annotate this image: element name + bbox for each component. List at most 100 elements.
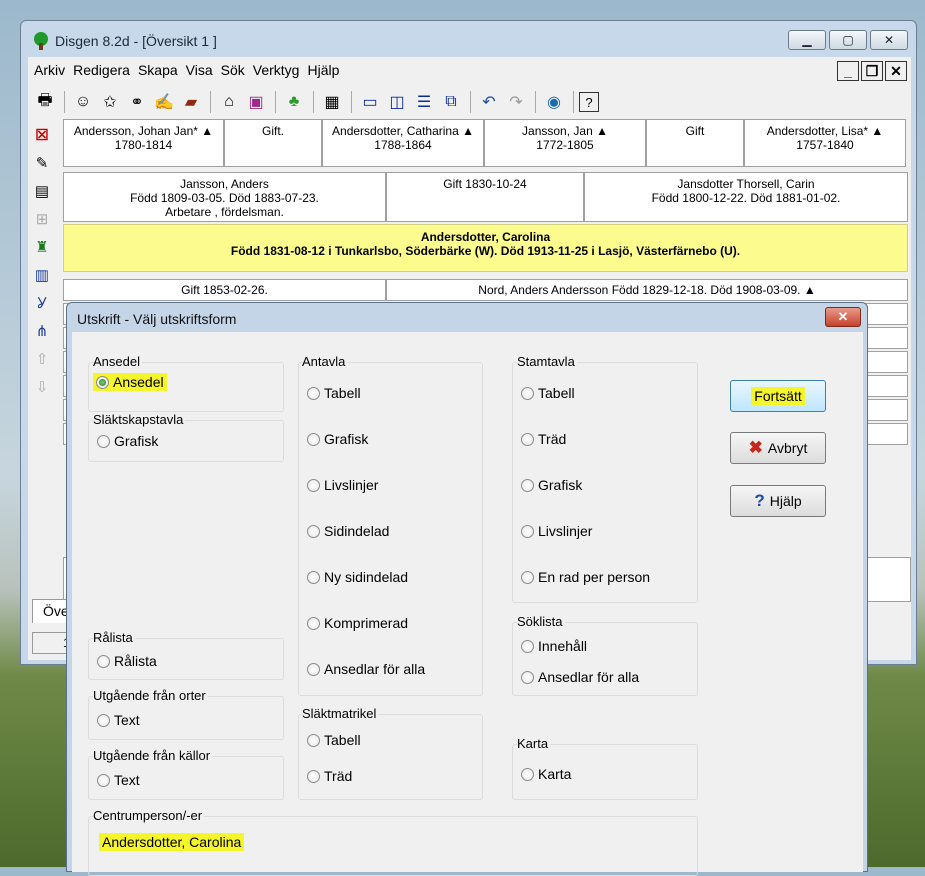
person-card[interactable]: Andersdotter, Catharina ▲ 1788-1864 [322, 119, 484, 167]
move-down-icon[interactable]: ⇩ [30, 375, 54, 399]
globe-icon[interactable]: ◉ [541, 89, 567, 115]
ancestors-icon[interactable]: Ỿ [30, 291, 54, 315]
group-label-ansedel: Ansedel [93, 354, 142, 369]
radio-matrikel-tabell[interactable]: Tabell [307, 732, 361, 748]
person-card[interactable]: Andersson, Johan Jan* ▲ 1780-1814 [63, 119, 224, 167]
close-button[interactable]: ✕ [870, 30, 908, 50]
centrumperson-value[interactable]: Andersdotter, Carolina [99, 833, 245, 851]
menu-sok[interactable]: Sök [221, 62, 245, 78]
father-card[interactable]: Jansson, Anders Född 1809-03-05. Död 1883… [63, 172, 386, 222]
radio-orter-text[interactable]: Text [97, 712, 140, 728]
binoculars-icon[interactable]: ⚭ [124, 89, 150, 115]
group-label-antavla: Antavla [302, 354, 348, 369]
radio-antavla-grafisk[interactable]: Grafisk [307, 431, 368, 447]
document-icon[interactable]: ▤ [30, 179, 54, 203]
radio-antavla-tabell[interactable]: Tabell [307, 385, 361, 401]
undo-icon[interactable]: ↶ [476, 89, 502, 115]
radio-antavla-sidindelad[interactable]: Sidindelad [307, 523, 389, 539]
radio-slaktskap-grafisk[interactable]: Grafisk [97, 433, 158, 449]
move-up-icon[interactable]: ⇧ [30, 347, 54, 371]
radio-circle [97, 773, 110, 787]
tree-icon[interactable]: ♣ [281, 89, 307, 115]
group-slaktmatrikel [298, 714, 483, 800]
maximize-button[interactable]: ▢ [829, 30, 867, 50]
mdi-close-button[interactable]: ✕ [885, 61, 907, 81]
radio-circle [307, 432, 320, 446]
tree-list-icon[interactable]: ⊞ [30, 207, 54, 231]
home-icon[interactable]: ⌂ [216, 89, 242, 115]
radio-label: Grafisk [538, 477, 583, 493]
radio-label: Träd [538, 431, 567, 447]
main-person-card[interactable]: Andersdotter, Carolina Född 1831-08-12 i … [63, 224, 908, 272]
help-icon[interactable]: ? [579, 92, 599, 112]
radio-antavla-komprimerad[interactable]: Komprimerad [307, 615, 408, 631]
toolbar-separator [313, 91, 314, 113]
menu-verktyg[interactable]: Verktyg [253, 62, 300, 78]
contacts-icon[interactable]: ▣ [243, 89, 269, 115]
radio-ansedel[interactable]: Ansedel [93, 373, 167, 391]
group-label-ralista: Rålista [93, 630, 135, 645]
columns-icon[interactable]: ▥ [30, 263, 54, 287]
radio-stamtavla-livslinjer[interactable]: Livslinjer [521, 523, 592, 539]
person-card[interactable]: Andersdotter, Lisa* ▲ 1757-1840 [744, 119, 906, 167]
radio-circle [97, 434, 110, 448]
radio-karta[interactable]: Karta [521, 766, 571, 782]
person-icon[interactable]: ☺ [70, 89, 96, 115]
radio-label: Tabell [324, 385, 361, 401]
layout-2-icon[interactable]: ◫ [384, 89, 410, 115]
person-name: Andersson, Johan Jan* ▲ [73, 124, 214, 138]
help-button[interactable]: ? Hjälp [730, 485, 826, 517]
minimize-button[interactable]: ▁ [788, 30, 826, 50]
delete-icon[interactable]: ☒ [30, 123, 54, 147]
radio-label: Livslinjer [538, 523, 593, 539]
menu-visa[interactable]: Visa [186, 62, 213, 78]
parents-marriage-card[interactable]: Gift 1830-10-24 [386, 172, 584, 222]
radio-antavla-livslinjer[interactable]: Livslinjer [307, 477, 378, 493]
cancel-button[interactable]: ✖ Avbryt [730, 432, 826, 464]
radio-ralista[interactable]: Rålista [97, 653, 157, 669]
menu-arkiv[interactable]: Arkiv [34, 62, 65, 78]
marriage-label: Gift [685, 124, 705, 138]
marriage-card[interactable]: Gift. [224, 119, 322, 167]
printer-icon[interactable]: 🖶 [32, 89, 58, 115]
spouse-marriage-card[interactable]: Gift 1853-02-26. [63, 279, 386, 301]
radio-stamtavla-trad[interactable]: Träd [521, 431, 566, 447]
menu-hjalp[interactable]: Hjälp [307, 62, 339, 78]
layout-1-icon[interactable]: ▭ [357, 89, 383, 115]
person-card[interactable]: Jansson, Jan ▲ 1772-1805 [484, 119, 646, 167]
spouse-card[interactable]: Nord, Anders Andersson Född 1829-12-18. … [386, 279, 908, 301]
radio-soklista-innehall[interactable]: Innehåll [521, 638, 587, 654]
radio-kallor-text[interactable]: Text [97, 772, 140, 788]
radio-stamtavla-en-rad[interactable]: En rad per person [521, 569, 650, 585]
person-star-icon[interactable]: ✩ [97, 89, 123, 115]
layout-3-icon[interactable]: ☰ [411, 89, 437, 115]
mdi-minimize-button[interactable]: _ [837, 61, 859, 81]
mother-card[interactable]: Jansdotter Thorsell, Carin Född 1800-12-2… [584, 172, 908, 222]
title-bar[interactable]: Disgen 8.2d - [Översikt 1 ] ▁ ▢ ✕ [21, 21, 916, 51]
person-name: Andersdotter, Catharina ▲ [332, 124, 474, 138]
menu-redigera[interactable]: Redigera [73, 62, 130, 78]
edit-hand-icon[interactable]: ✍ [151, 89, 177, 115]
book-icon[interactable]: ▰ [178, 89, 204, 115]
radio-stamtavla-tabell[interactable]: Tabell [521, 385, 575, 401]
calendar-icon[interactable]: ▦ [319, 89, 345, 115]
marriage-card[interactable]: Gift [646, 119, 744, 167]
redo-icon[interactable]: ↷ [503, 89, 529, 115]
radio-matrikel-trad[interactable]: Träd [307, 768, 352, 784]
radio-circle [96, 375, 109, 389]
layout-4-icon[interactable]: ⧉ [438, 89, 464, 115]
continue-button[interactable]: Fortsätt [730, 380, 826, 412]
radio-label: Träd [324, 768, 353, 784]
highlight: Ansedel [93, 373, 167, 391]
mdi-restore-button[interactable]: ❐ [861, 61, 883, 81]
descendants-icon[interactable]: ⋔ [30, 319, 54, 343]
family-icon[interactable]: ♜ [30, 235, 54, 259]
dialog-close-button[interactable]: ✕ [825, 307, 861, 327]
group-label-slaktskapstavla: Släktskapstavla [93, 412, 186, 427]
radio-antavla-ansedlar[interactable]: Ansedlar för alla [307, 661, 425, 677]
menu-skapa[interactable]: Skapa [138, 62, 178, 78]
radio-stamtavla-grafisk[interactable]: Grafisk [521, 477, 582, 493]
note-edit-icon[interactable]: ✎ [30, 151, 54, 175]
radio-soklista-ansedlar[interactable]: Ansedlar för alla [521, 669, 639, 685]
radio-antavla-ny-sidindelad[interactable]: Ny sidindelad [307, 569, 408, 585]
